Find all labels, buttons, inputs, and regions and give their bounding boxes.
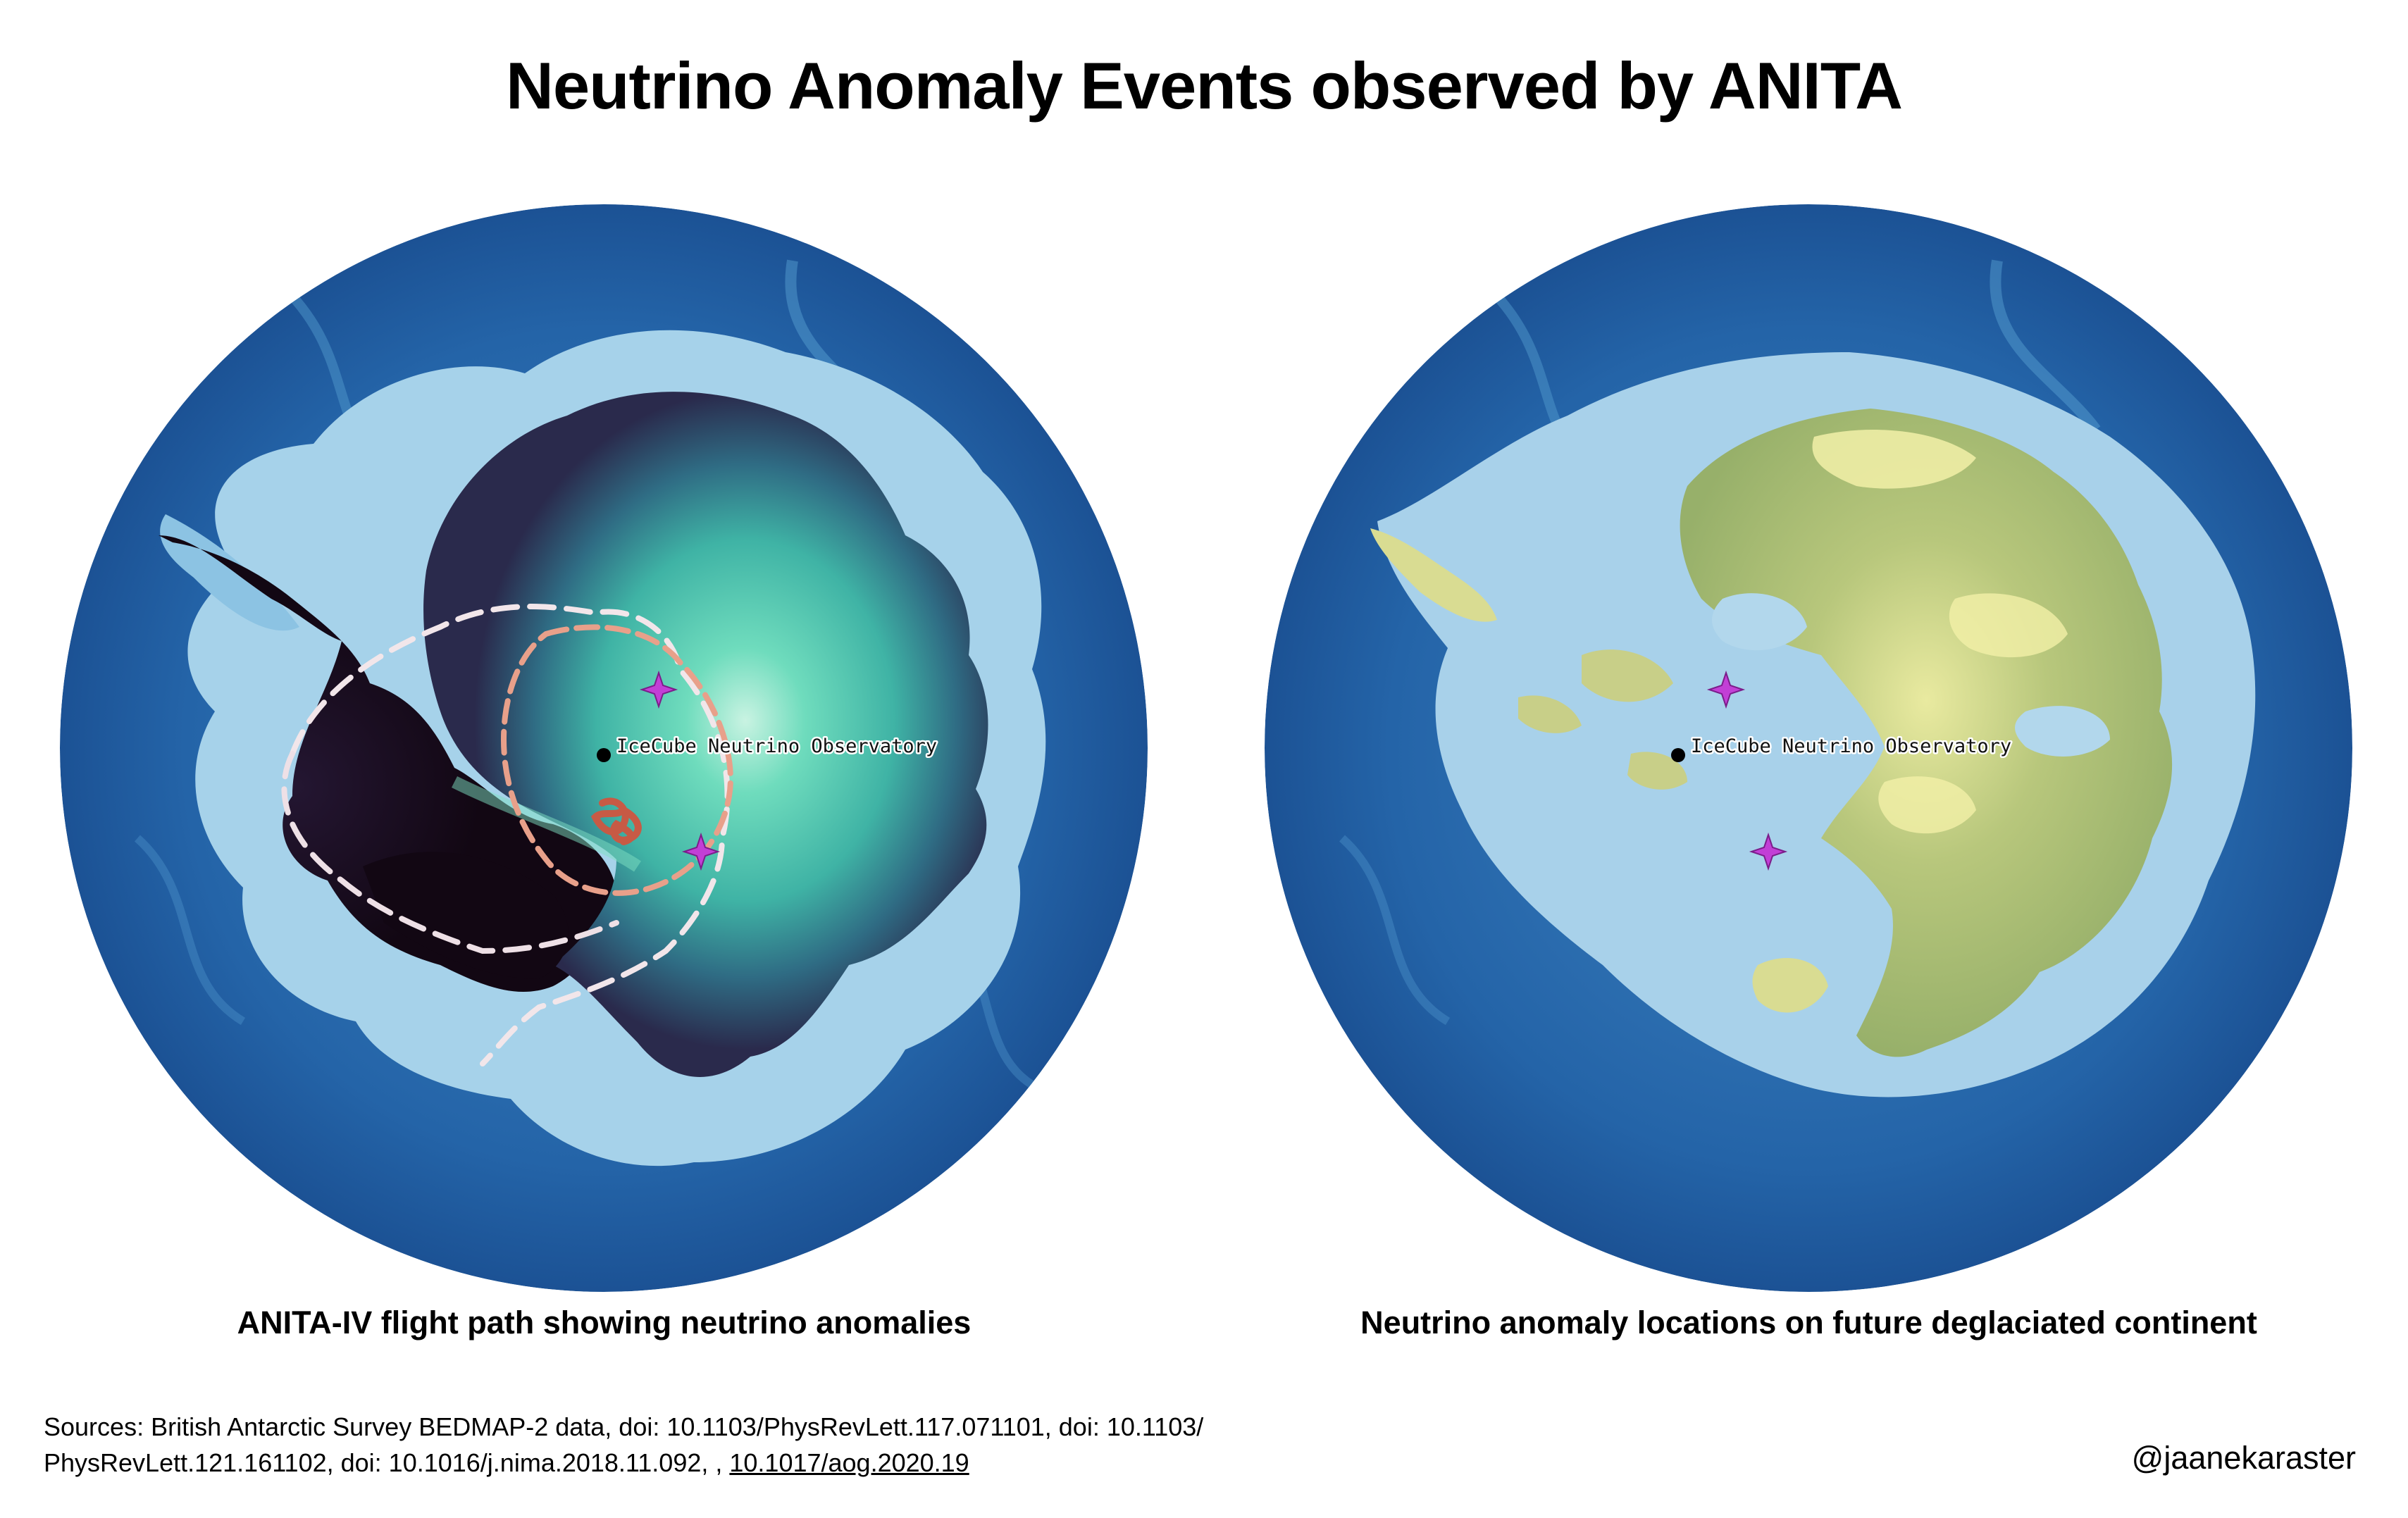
left-map-caption: ANITA-IV flight path showing neutrino an… — [237, 1305, 972, 1340]
sources-note: Sources: British Antarctic Survey BEDMAP… — [44, 1409, 1417, 1481]
left-map-svg: IceCube Neutrino Observatory — [60, 204, 1148, 1292]
page-title: Neutrino Anomaly Events observed by ANIT… — [505, 49, 1903, 123]
observatory-label: IceCube Neutrino Observatory — [1691, 735, 2011, 757]
black-dot-icon — [597, 748, 611, 762]
deglaciated-continent-map: IceCube Neutrino Observatory — [1265, 204, 2353, 1293]
right-map-caption: Neutrino anomaly locations on future deg… — [1360, 1305, 2257, 1340]
author-handle: @jaanekaraster — [2131, 1440, 2356, 1476]
sources-doi-link[interactable]: 10.1017/aog.2020.19 — [729, 1448, 969, 1477]
observatory-label: IceCube Neutrino Observatory — [616, 735, 937, 757]
sources-text: Sources: British Antarctic Survey BEDMAP… — [44, 1412, 1204, 1477]
black-dot-icon — [1671, 748, 1685, 762]
anita-flight-path-map: IceCube Neutrino Observatory — [60, 204, 1148, 1293]
right-map-svg: IceCube Neutrino Observatory — [1265, 204, 2352, 1292]
